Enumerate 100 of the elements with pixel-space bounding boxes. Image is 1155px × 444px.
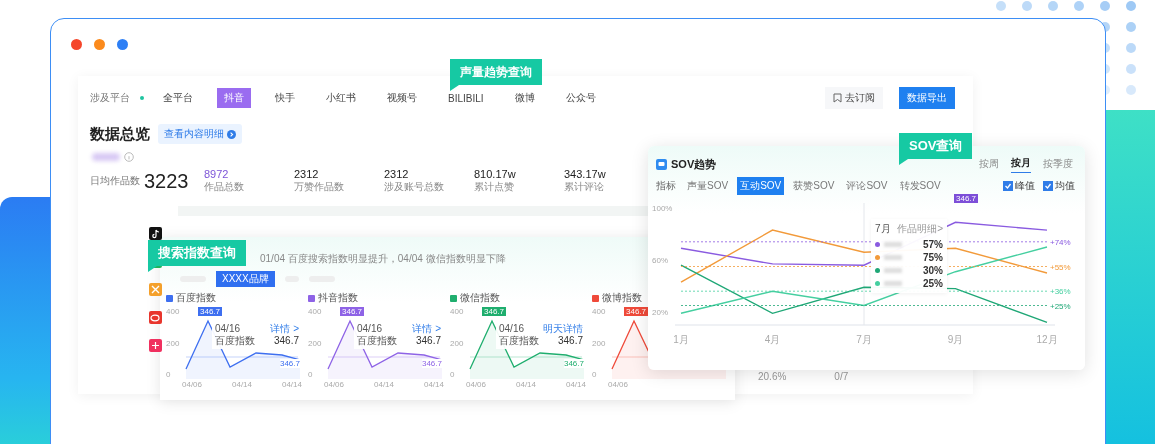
axis-label: 400	[592, 307, 607, 316]
period-tab[interactable]: 按月	[1011, 156, 1031, 173]
platform-option[interactable]: 公众号	[558, 88, 603, 108]
stat-value: 3223	[144, 169, 190, 193]
arrow-icon	[227, 129, 236, 139]
period-tab[interactable]: 按周	[979, 156, 999, 173]
stat-label: 累计评论	[564, 180, 604, 194]
tooltip-value: 57%	[923, 238, 943, 251]
axis-label: 04/14	[516, 380, 536, 389]
platform-option[interactable]: 快手	[268, 88, 302, 108]
detail-link[interactable]: 详情 >	[412, 323, 441, 335]
stat-label: 累计点赞	[474, 180, 514, 194]
metric-tab[interactable]: 转发SOV	[896, 177, 944, 195]
peak-label: 346.7	[482, 307, 507, 316]
table-cell: 20.6%	[758, 371, 787, 382]
peak-label: 346.7	[340, 307, 365, 316]
axis-label: 12月	[1035, 333, 1059, 347]
minimize-button[interactable]	[94, 39, 105, 50]
stat-label: 作品总数	[204, 180, 244, 194]
average-label: +36%	[1050, 287, 1071, 297]
value-label: 346.7	[279, 359, 300, 368]
axis-label: 400	[450, 307, 465, 316]
status-dot	[140, 96, 144, 100]
blurred-label	[884, 268, 902, 273]
subscribe-button[interactable]: 去订阅	[825, 87, 883, 109]
axis-label: 04/06	[182, 380, 203, 389]
tooltip-date: 04/16	[499, 323, 525, 335]
axis-label: 04/14	[232, 380, 252, 389]
checkbox-label: 峰值	[1015, 179, 1035, 193]
platform-option[interactable]: 微博	[507, 88, 542, 108]
axis-label: 04/06	[324, 380, 345, 389]
stat-value: 810.17w	[474, 168, 516, 180]
axis-label: 400	[166, 307, 181, 316]
platform-option[interactable]: 全平台	[156, 88, 200, 108]
axis-label: 100%	[652, 203, 673, 214]
metric-tab[interactable]: 互动SOV	[737, 177, 785, 195]
value-label: 346.7	[421, 359, 442, 368]
detail-link[interactable]: 明天详情	[543, 323, 583, 335]
note-icon	[149, 227, 162, 240]
chat-icon	[656, 159, 667, 170]
stat-value: 8972	[204, 168, 229, 180]
blurred-label	[884, 255, 902, 260]
platform-option[interactable]: 小红书	[319, 88, 363, 108]
export-button[interactable]: 数据导出	[899, 87, 955, 109]
metric-tab[interactable]: 评论SOV	[843, 177, 891, 195]
eye-icon	[149, 311, 162, 324]
close-button[interactable]	[71, 39, 82, 50]
axis-label: 60%	[652, 255, 668, 266]
detail-link[interactable]: 详情 >	[270, 323, 299, 335]
tooltip-value: 75%	[923, 251, 943, 264]
bookmark-icon	[833, 93, 842, 103]
tooltip-series: 百度指数	[215, 335, 255, 347]
axis-label: 20%	[652, 307, 668, 318]
stat-value: 2312	[294, 168, 319, 180]
tooltip-title: 7月	[875, 222, 891, 236]
brand-tab[interactable]: XXXX品牌	[216, 271, 275, 287]
metric-label: 指标	[656, 179, 676, 193]
tooltip-value: 30%	[923, 264, 943, 277]
tooltip-value: 346.7	[415, 335, 441, 347]
axis-label: 0	[592, 370, 598, 379]
peak-label: 346.7	[954, 194, 979, 203]
platform-option[interactable]: BILIBILI	[441, 89, 491, 107]
axis-label: 04/06	[466, 380, 487, 389]
metric-tab[interactable]: 声量SOV	[684, 177, 732, 195]
axis-label: 7月	[855, 333, 873, 347]
summary-text: 01/04 百度搜索指数明显提升，04/04 微信指数明显下降	[260, 253, 506, 264]
zoom-button[interactable]	[117, 39, 128, 50]
value-label: 346.7	[563, 359, 584, 368]
tooltip-value: 346.7	[557, 335, 583, 347]
period-tab[interactable]: 按季度	[1043, 156, 1073, 173]
tooltip-value: 25%	[923, 277, 943, 290]
detail-link[interactable]: 查看内容明细	[158, 124, 242, 144]
axis-label: 04/14	[374, 380, 394, 389]
detail-link[interactable]: 作品明细>	[897, 222, 943, 236]
metric-tab[interactable]: 获赞SOV	[790, 177, 838, 195]
axis-label: 04/14	[281, 380, 302, 389]
stat-label: 日均作品数	[90, 174, 140, 188]
section-title: 数据总览	[90, 124, 150, 144]
stat-value: 343.17w	[564, 168, 606, 180]
peak-label: 346.7	[198, 307, 223, 316]
checkbox-label: 均值	[1055, 179, 1075, 193]
axis-label: 04/14	[423, 380, 444, 389]
axis-label: 200	[592, 338, 607, 348]
average-label: +55%	[1050, 262, 1071, 272]
checkbox[interactable]	[1043, 181, 1053, 191]
axis-label: 0	[308, 370, 314, 379]
tooltip-series: 百度指数	[357, 335, 397, 347]
peak-label: 346.7	[624, 307, 649, 316]
stat-value: 2312	[384, 168, 409, 180]
chart-title: 微信指数	[460, 291, 500, 305]
grid-icon	[149, 339, 162, 352]
checkbox[interactable]	[1003, 181, 1013, 191]
info-icon	[124, 152, 134, 162]
average-label: +25%	[1050, 301, 1071, 311]
platform-option[interactable]: 视频号	[380, 88, 424, 108]
axis-label: 04/14	[565, 380, 586, 389]
stat-label: 万赞作品数	[294, 180, 344, 194]
filter-label: 涉及平台	[90, 91, 130, 105]
platform-option[interactable]: 抖音	[217, 88, 251, 108]
blurred-label	[884, 281, 902, 286]
